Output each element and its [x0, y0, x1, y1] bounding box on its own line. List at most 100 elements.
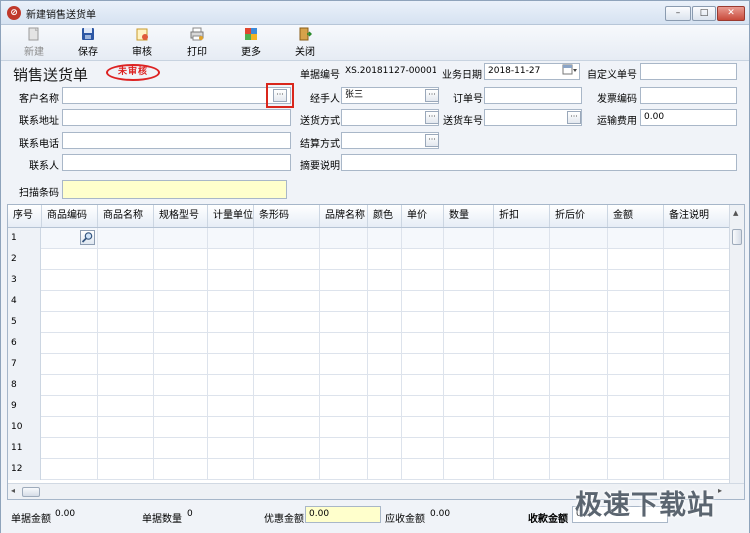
handler-lookup-button[interactable]: ··· [425, 89, 439, 102]
grid-cell[interactable] [368, 417, 402, 438]
grid-cell[interactable] [98, 333, 154, 354]
grid-cell[interactable] [402, 417, 444, 438]
grid-cell[interactable] [444, 270, 494, 291]
grid-cell[interactable] [208, 228, 254, 249]
grid-cell[interactable] [208, 438, 254, 459]
grid-cell[interactable] [98, 396, 154, 417]
grid-cell[interactable] [98, 249, 154, 270]
grid-cell[interactable] [608, 228, 664, 249]
grid-cell[interactable] [494, 249, 550, 270]
grid-cell[interactable] [664, 354, 730, 375]
col-header-unit-price[interactable]: 单价 [402, 205, 444, 227]
col-header-unit[interactable]: 计量单位 [208, 205, 254, 227]
grid-cell[interactable] [320, 333, 368, 354]
grid-cell[interactable] [154, 354, 208, 375]
grid-cell[interactable] [444, 375, 494, 396]
grid-cell[interactable] [42, 396, 98, 417]
grid-cell[interactable] [42, 375, 98, 396]
grid-cell[interactable] [444, 438, 494, 459]
delivery-lookup-button[interactable]: ··· [425, 111, 439, 124]
calendar-dropdown-icon[interactable] [561, 64, 579, 79]
close-window-button[interactable]: ✕ [717, 6, 745, 21]
grid-cell[interactable] [664, 438, 730, 459]
grid-cell[interactable] [154, 312, 208, 333]
grid-cell[interactable] [550, 396, 608, 417]
table-row[interactable]: 6 [8, 333, 730, 354]
grid-cell[interactable] [608, 312, 664, 333]
grid-cell[interactable] [402, 270, 444, 291]
grid-cell[interactable] [608, 270, 664, 291]
table-row[interactable]: 1 [8, 228, 730, 249]
table-row[interactable]: 11 [8, 438, 730, 459]
grid-cell[interactable] [664, 375, 730, 396]
grid-cell[interactable] [208, 291, 254, 312]
grid-cell[interactable] [550, 417, 608, 438]
col-header-seq[interactable]: 序号 [8, 205, 42, 227]
grid-cell[interactable] [494, 312, 550, 333]
maximize-button[interactable]: □ [692, 6, 716, 21]
barcode-scan-field[interactable] [62, 180, 287, 199]
grid-cell[interactable] [320, 375, 368, 396]
grid-cell[interactable] [402, 459, 444, 480]
col-header-brand[interactable]: 品牌名称 [320, 205, 368, 227]
grid-cell[interactable] [98, 375, 154, 396]
grid-cell[interactable] [608, 417, 664, 438]
grid-cell[interactable] [402, 396, 444, 417]
grid-cell[interactable] [154, 417, 208, 438]
grid-cell[interactable] [98, 438, 154, 459]
grid-cell[interactable] [608, 375, 664, 396]
grid-cell[interactable] [664, 396, 730, 417]
grid-cell[interactable] [254, 312, 320, 333]
grid-cell[interactable] [98, 354, 154, 375]
grid-cell[interactable] [494, 396, 550, 417]
grid-cell[interactable] [608, 459, 664, 480]
table-row[interactable]: 3 [8, 270, 730, 291]
custom-no-field[interactable] [640, 63, 737, 80]
scroll-left-icon[interactable]: ◂ [11, 486, 15, 495]
grid-cell[interactable] [320, 417, 368, 438]
grid-cell[interactable] [550, 270, 608, 291]
more-button[interactable]: 更多 [229, 27, 273, 59]
address-field[interactable] [62, 109, 291, 126]
grid-cell[interactable] [402, 249, 444, 270]
grid-cell[interactable] [444, 417, 494, 438]
col-header-item-name[interactable]: 商品名称 [98, 205, 154, 227]
grid-cell[interactable] [368, 438, 402, 459]
col-header-remark[interactable]: 备注说明 [664, 205, 730, 227]
grid-cell[interactable] [550, 249, 608, 270]
grid-cell[interactable] [254, 396, 320, 417]
grid-cell[interactable] [550, 354, 608, 375]
grid-cell[interactable] [154, 228, 208, 249]
col-header-amount[interactable]: 金额 [608, 205, 664, 227]
grid-cell[interactable] [368, 459, 402, 480]
new-button[interactable]: 新建 [12, 27, 56, 59]
grid-cell[interactable] [550, 438, 608, 459]
contact-field[interactable] [62, 154, 291, 171]
scroll-right-icon[interactable]: ▸ [718, 486, 722, 495]
grid-cell[interactable] [494, 270, 550, 291]
horizontal-scroll-thumb[interactable] [22, 487, 40, 497]
save-button[interactable]: 保存 [66, 27, 110, 59]
grid-cell[interactable] [254, 249, 320, 270]
grid-cell[interactable] [154, 459, 208, 480]
grid-cell[interactable] [368, 291, 402, 312]
grid-cell[interactable] [154, 291, 208, 312]
grid-cell[interactable] [664, 333, 730, 354]
grid-cell[interactable] [208, 354, 254, 375]
grid-cell[interactable] [98, 228, 154, 249]
grid-cell[interactable] [444, 459, 494, 480]
settle-lookup-button[interactable]: ··· [425, 134, 439, 147]
grid-cell[interactable] [608, 291, 664, 312]
phone-field[interactable] [62, 132, 291, 149]
grid-cell[interactable] [368, 249, 402, 270]
grid-cell[interactable] [208, 249, 254, 270]
vehicle-lookup-button[interactable]: ··· [567, 111, 581, 124]
grid-cell[interactable] [154, 396, 208, 417]
grid-cell[interactable] [42, 291, 98, 312]
grid-cell[interactable] [254, 417, 320, 438]
grid-cell[interactable] [550, 291, 608, 312]
grid-cell[interactable] [444, 396, 494, 417]
grid-cell[interactable] [320, 312, 368, 333]
grid-cell[interactable] [550, 375, 608, 396]
grid-cell[interactable] [208, 333, 254, 354]
